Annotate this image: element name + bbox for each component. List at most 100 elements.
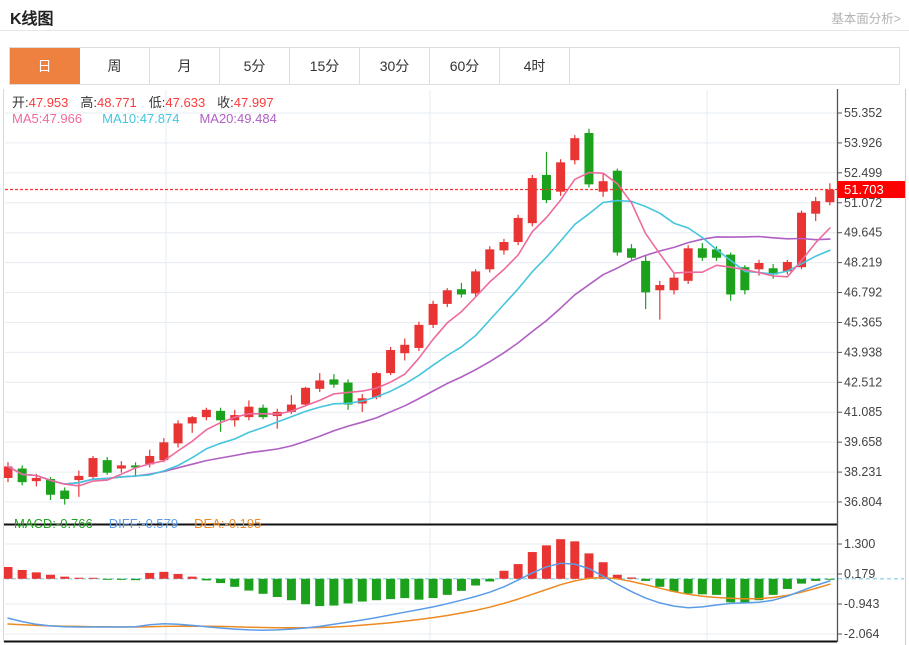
candle-body bbox=[528, 178, 537, 223]
macd-bar bbox=[429, 579, 438, 598]
info-label: DIFF: bbox=[109, 516, 142, 531]
candle-body bbox=[174, 423, 183, 443]
axis-label: 55.352 bbox=[844, 106, 882, 120]
macd-bar bbox=[655, 579, 664, 587]
macd-info-row: MACD:-0.766DIFF:-0.579DEA:-0.195 bbox=[14, 516, 277, 531]
macd-bar bbox=[755, 579, 764, 600]
macd-bar bbox=[244, 579, 253, 591]
candle-body bbox=[301, 388, 310, 405]
candle-body bbox=[669, 278, 678, 291]
info-label: 高: bbox=[80, 92, 97, 111]
candle-body bbox=[244, 407, 253, 417]
info-label: MA10: bbox=[102, 111, 140, 126]
macd-bar bbox=[627, 577, 636, 578]
candle-body bbox=[712, 249, 721, 257]
info-value: -0.579 bbox=[141, 516, 178, 531]
info-value: 47.966 bbox=[42, 111, 82, 126]
info-label: 收: bbox=[217, 92, 234, 111]
macd-bar bbox=[74, 578, 83, 579]
candle-body bbox=[499, 242, 508, 250]
axis-label: 49.645 bbox=[844, 226, 882, 240]
info-value: 47.874 bbox=[140, 111, 180, 126]
candle-body bbox=[684, 248, 693, 281]
macd-bar bbox=[202, 579, 211, 581]
macd-bar bbox=[89, 578, 98, 579]
macd-bar bbox=[471, 579, 480, 586]
candle-body bbox=[202, 410, 211, 417]
candle-body bbox=[429, 304, 438, 325]
macd-bar bbox=[400, 579, 409, 598]
info-label: MACD: bbox=[14, 516, 56, 531]
candle-body bbox=[329, 379, 338, 384]
axis-label: 48.219 bbox=[844, 256, 882, 270]
candle-body bbox=[89, 458, 98, 477]
ohlc-info-row: 开:47.953高:48.771低:47.633收:47.997 bbox=[12, 92, 286, 111]
macd-bar bbox=[457, 579, 466, 591]
macd-bar bbox=[386, 579, 395, 599]
candle-body bbox=[584, 133, 593, 184]
macd-bar bbox=[797, 579, 806, 584]
candle-body bbox=[811, 201, 820, 214]
macd-bar bbox=[358, 579, 367, 602]
axis-label: 53.926 bbox=[844, 136, 882, 150]
macd-bar bbox=[542, 545, 551, 578]
axis-label: 46.792 bbox=[844, 286, 882, 300]
macd-bar bbox=[641, 579, 650, 581]
candle-body bbox=[514, 218, 523, 242]
macd-bar bbox=[259, 579, 268, 594]
candle-body bbox=[103, 460, 112, 473]
macd-bar bbox=[32, 572, 41, 578]
candle-body bbox=[443, 290, 452, 304]
candle-body bbox=[32, 478, 41, 481]
info-label: 开: bbox=[12, 92, 29, 111]
candle-body bbox=[159, 442, 168, 460]
candle-body bbox=[542, 175, 551, 200]
axis-label: -2.064 bbox=[844, 627, 879, 641]
macd-bar bbox=[570, 541, 579, 578]
macd-bar bbox=[769, 579, 778, 595]
macd-bar bbox=[18, 570, 27, 579]
info-value: -0.195 bbox=[224, 516, 261, 531]
macd-bar bbox=[712, 579, 721, 595]
macd-bar bbox=[485, 579, 494, 582]
macd-bar bbox=[556, 539, 565, 579]
candle-body bbox=[188, 417, 197, 423]
macd-bar bbox=[287, 579, 296, 600]
macd-bar bbox=[684, 579, 693, 594]
info-label: MA20: bbox=[199, 111, 237, 126]
macd-bar bbox=[273, 579, 282, 597]
candle-body bbox=[386, 350, 395, 373]
last-price-badge-label: 51.703 bbox=[844, 182, 884, 197]
candle-body bbox=[641, 261, 650, 292]
candle-body bbox=[825, 190, 834, 203]
macd-bar bbox=[329, 579, 338, 606]
candle-body bbox=[344, 383, 353, 405]
candle-body bbox=[755, 263, 764, 269]
candle-body bbox=[627, 248, 636, 257]
macd-bar bbox=[117, 579, 126, 580]
candle-body bbox=[315, 380, 324, 388]
candle-body bbox=[556, 162, 565, 191]
ma-info-row: MA5:47.966 MA10:47.874 MA20:49.484 bbox=[12, 111, 297, 126]
macd-bar bbox=[669, 579, 678, 592]
candle-body bbox=[485, 249, 494, 269]
macd-bar bbox=[103, 579, 112, 580]
info-label: 低: bbox=[149, 92, 166, 111]
candle-body bbox=[117, 465, 126, 468]
macd-bar bbox=[60, 577, 69, 579]
info-label: MA5: bbox=[12, 111, 42, 126]
axis-label: 0.179 bbox=[844, 567, 875, 581]
info-value: 49.484 bbox=[237, 111, 277, 126]
macd-bar bbox=[315, 579, 324, 606]
macd-bar bbox=[783, 579, 792, 589]
candle-body bbox=[471, 271, 480, 293]
macd-bar bbox=[414, 579, 423, 600]
info-value: 47.953 bbox=[29, 95, 69, 110]
macd-bar bbox=[4, 567, 13, 579]
axis-label: 36.804 bbox=[844, 495, 882, 509]
info-value: 48.771 bbox=[97, 95, 137, 110]
info-value: -0.766 bbox=[56, 516, 93, 531]
macd-bar bbox=[344, 579, 353, 604]
macd-bar bbox=[514, 564, 523, 579]
macd-bar bbox=[825, 579, 834, 580]
